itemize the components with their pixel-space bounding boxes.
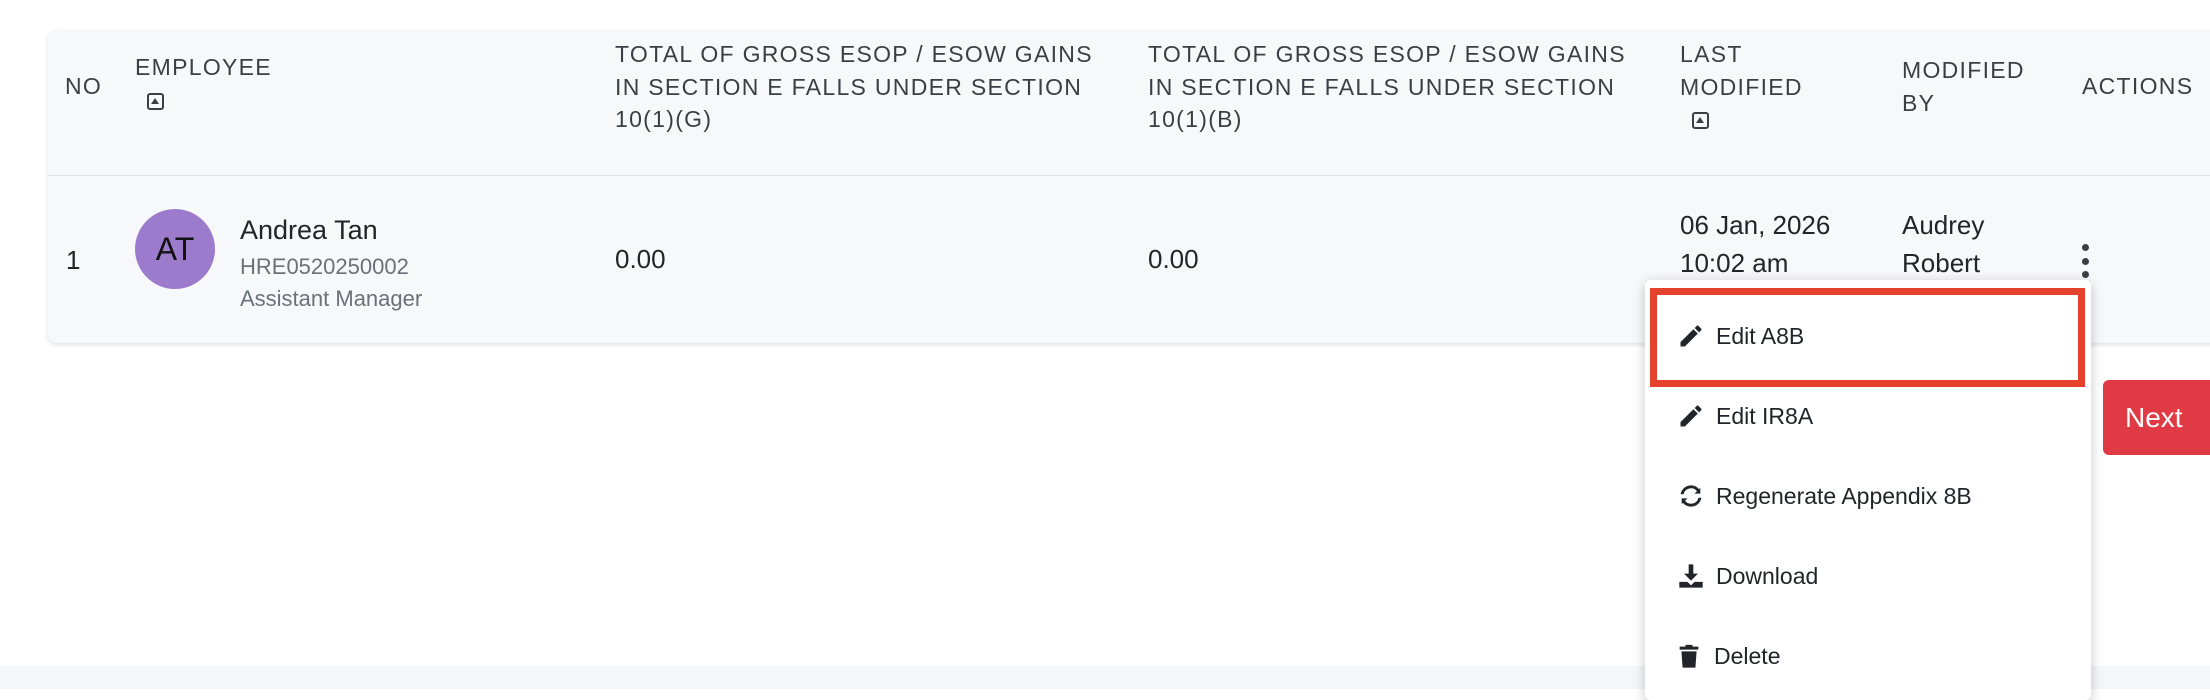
header-line: MODIFIED: [1680, 73, 1803, 100]
header-no: NO: [65, 73, 103, 99]
menu-item-delete[interactable]: Delete: [1645, 616, 2091, 696]
row-number: 1: [66, 245, 81, 275]
gross-gains-10-1-g-value: 0.00: [615, 244, 666, 274]
menu-item-download[interactable]: Download: [1645, 536, 2091, 616]
header-last-modified[interactable]: LAST MODIFIED: [1680, 38, 1803, 136]
last-modified-value: 06 Jan, 2026 10:02 am: [1680, 206, 1830, 282]
modified-by-last: Robert: [1902, 248, 1981, 278]
header-modified-by: MODIFIED BY: [1902, 54, 2025, 119]
header-gross-gains-10-1-b: TOTAL OF GROSS ESOP / ESOW GAINS IN SECT…: [1148, 38, 1626, 136]
trash-icon: [1679, 644, 1699, 668]
header-line: 10(1)(G): [615, 106, 713, 132]
last-modified-date: 06 Jan, 2026: [1680, 210, 1831, 240]
header-line: TOTAL OF GROSS ESOP / ESOW GAINS: [615, 41, 1093, 67]
header-line: MODIFIED: [1902, 57, 2025, 83]
next-button[interactable]: Next: [2103, 380, 2210, 455]
employee-id: HRE0520250002: [240, 254, 409, 279]
header-line: TOTAL OF GROSS ESOP / ESOW GAINS: [1148, 41, 1626, 67]
modified-by-value: Audrey Robert: [1902, 206, 1984, 282]
actions-dropdown-menu: Edit A8B Edit IR8A Regenerate Appendix 8…: [1645, 280, 2091, 700]
header-line: IN SECTION E FALLS UNDER SECTION: [1148, 73, 1616, 100]
menu-item-label: Regenerate Appendix 8B: [1716, 482, 1972, 509]
menu-item-label: Download: [1716, 562, 1819, 589]
menu-item-label: Edit A8B: [1716, 322, 1805, 349]
menu-item-edit-a8b[interactable]: Edit A8B: [1645, 296, 2091, 376]
menu-item-edit-ir8a[interactable]: Edit IR8A: [1645, 376, 2091, 456]
sort-asc-icon[interactable]: [147, 92, 164, 110]
header-employee[interactable]: EMPLOYEE: [135, 51, 272, 116]
modified-by-first: Audrey: [1902, 210, 1985, 240]
last-modified-time: 10:02 am: [1680, 248, 1789, 278]
menu-item-regenerate-appendix-8b[interactable]: Regenerate Appendix 8B: [1645, 456, 2091, 536]
download-icon: [1679, 564, 1703, 588]
avatar: AT: [135, 209, 215, 289]
table-header-row: NO EMPLOYEE TOTAL OF GROSS ESOP / ESOW G…: [48, 30, 2210, 176]
pencil-icon: [1680, 325, 1702, 347]
header-employee-label: EMPLOYEE: [135, 54, 272, 80]
gross-gains-10-1-b-value: 0.00: [1148, 244, 1199, 274]
employee-name[interactable]: Andrea Tan: [240, 215, 378, 246]
header-actions: ACTIONS: [2082, 73, 2194, 99]
refresh-icon: [1680, 485, 1702, 507]
header-line: IN SECTION E FALLS UNDER SECTION: [615, 73, 1083, 100]
sort-asc-icon[interactable]: [1692, 112, 1709, 130]
more-actions-icon[interactable]: [2078, 244, 2092, 278]
header-gross-gains-10-1-g: TOTAL OF GROSS ESOP / ESOW GAINS IN SECT…: [615, 38, 1093, 136]
menu-item-label: Delete: [1714, 642, 1781, 669]
header-line: BY: [1902, 89, 1936, 116]
pencil-icon: [1680, 405, 1702, 427]
employee-position: Assistant Manager: [240, 286, 423, 311]
header-line: LAST: [1680, 41, 1743, 67]
menu-item-label: Edit IR8A: [1716, 402, 1814, 429]
header-line: 10(1)(B): [1148, 106, 1243, 132]
